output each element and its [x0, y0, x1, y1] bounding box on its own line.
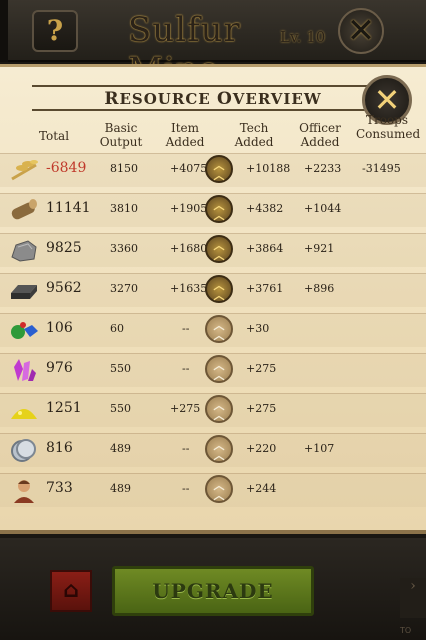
- item-added-value: +4075: [170, 162, 208, 175]
- col-header-tech-added: Tech Added: [234, 121, 274, 149]
- bottom-bar: ⌂ UPGRADE › TO: [0, 538, 426, 640]
- right-arrow-icon[interactable]: ›: [400, 578, 426, 618]
- boost-chevron-button[interactable]: ︿ ︿: [205, 315, 233, 343]
- corner-text: TO: [400, 626, 412, 635]
- tech-added-value: +244: [246, 482, 277, 495]
- basic-output-value: 60: [110, 322, 124, 335]
- total-value: 9562: [46, 280, 82, 296]
- building-level: Lv. 10: [280, 28, 326, 46]
- worker-icon: [8, 475, 40, 505]
- tech-added-value: +4382: [246, 202, 284, 215]
- item-added-value: +1635: [170, 282, 208, 295]
- item-added-value: +275: [170, 402, 201, 415]
- basic-output-value: 8150: [110, 162, 138, 175]
- officer-added-value: +896: [304, 282, 335, 295]
- item-added-value: --: [182, 362, 190, 375]
- wheat-icon: [8, 155, 40, 185]
- title-rule-bottom: [32, 109, 394, 111]
- col-header-item-added: Item Added: [165, 121, 205, 149]
- total-value: 1251: [46, 400, 82, 416]
- boost-chevron-button[interactable]: ︿ ︿: [205, 195, 233, 223]
- basic-output-value: 550: [110, 402, 131, 415]
- col-header-total: Total: [38, 129, 70, 143]
- boost-chevron-button[interactable]: ︿ ︿: [205, 435, 233, 463]
- item-added-value: --: [182, 442, 190, 455]
- resource-row: 816 489 -- +220 +107 ︿ ︿: [0, 433, 426, 467]
- help-button[interactable]: ?: [32, 10, 78, 52]
- gems-icon: [8, 315, 40, 345]
- total-value: 9825: [46, 240, 82, 256]
- resource-row: 9562 3270 +1635 +3761 +896 ︿ ︿: [0, 273, 426, 307]
- total-value: 816: [46, 440, 73, 456]
- officer-added-value: +921: [304, 242, 335, 255]
- iron-ingot-icon: [8, 275, 40, 305]
- col-header-troops-consumed: Troops Consumed: [356, 113, 421, 141]
- basic-output-value: 489: [110, 442, 131, 455]
- boost-chevron-button[interactable]: ︿ ︿: [205, 355, 233, 383]
- resource-row: 9825 3360 +1680 +3864 +921 ︿ ︿: [0, 233, 426, 267]
- resource-row: 106 60 -- +30 ︿ ︿: [0, 313, 426, 347]
- boost-chevron-button[interactable]: ︿ ︿: [205, 235, 233, 263]
- boost-chevron-button[interactable]: ︿ ︿: [205, 475, 233, 503]
- total-value: 976: [46, 360, 73, 376]
- boost-chevron-button[interactable]: ︿ ︿: [205, 275, 233, 303]
- tech-added-value: +10188: [246, 162, 291, 175]
- resource-row: 976 550 -- +275 ︿ ︿: [0, 353, 426, 387]
- total-value: -6849: [46, 160, 87, 176]
- tech-added-value: +275: [246, 362, 277, 375]
- resource-overview-panel: RESOURCE OVERVIEW ✕ Total Basic Output I…: [0, 64, 426, 534]
- item-added-value: +1905: [170, 202, 208, 215]
- boost-chevron-button[interactable]: ︿ ︿: [205, 155, 233, 183]
- title-rule-top: [32, 85, 394, 87]
- resource-row: 1251 550 +275 +275 ︿ ︿: [0, 393, 426, 427]
- boost-chevron-button[interactable]: ︿ ︿: [205, 395, 233, 423]
- tech-added-value: +3761: [246, 282, 284, 295]
- col-header-basic-output: Basic Output: [99, 121, 143, 149]
- basic-output-value: 3270: [110, 282, 138, 295]
- officer-added-value: +107: [304, 442, 335, 455]
- tech-added-value: +30: [246, 322, 270, 335]
- resource-row: -6849 8150 +4075 +10188 +2233 -31495 ︿ ︿: [0, 153, 426, 187]
- tech-added-value: +3864: [246, 242, 284, 255]
- officer-added-value: +1044: [304, 202, 342, 215]
- item-added-value: --: [182, 322, 190, 335]
- troops-consumed-value: -31495: [362, 162, 401, 175]
- total-value: 106: [46, 320, 73, 336]
- resource-row: 11141 3810 +1905 +4382 +1044 ︿ ︿: [0, 193, 426, 227]
- basic-output-value: 3360: [110, 242, 138, 255]
- top-bar: ? Sulfur Mine Lv. 10 ✕: [0, 0, 426, 90]
- left-edge: [0, 0, 8, 62]
- stone-icon: [8, 235, 40, 265]
- tech-added-value: +220: [246, 442, 277, 455]
- sulfur-icon: [8, 395, 40, 425]
- col-header-officer-added: Officer Added: [299, 121, 341, 149]
- tech-added-value: +275: [246, 402, 277, 415]
- wood-log-icon: [8, 195, 40, 225]
- item-added-value: +1680: [170, 242, 208, 255]
- basic-output-value: 489: [110, 482, 131, 495]
- total-value: 733: [46, 480, 73, 496]
- title-area: Sulfur Mine Lv. 10: [120, 8, 340, 90]
- close-building-button[interactable]: ✕: [338, 8, 384, 54]
- total-value: 11141: [46, 200, 91, 216]
- silver-coin-icon: [8, 435, 40, 465]
- item-added-value: --: [182, 482, 190, 495]
- resource-row: 733 489 -- +244 ︿ ︿: [0, 473, 426, 507]
- officer-added-value: +2233: [304, 162, 342, 175]
- basic-output-value: 550: [110, 362, 131, 375]
- crystal-icon: [8, 355, 40, 385]
- basic-output-value: 3810: [110, 202, 138, 215]
- demolish-button[interactable]: ⌂: [50, 570, 92, 612]
- upgrade-button[interactable]: UPGRADE: [112, 566, 314, 616]
